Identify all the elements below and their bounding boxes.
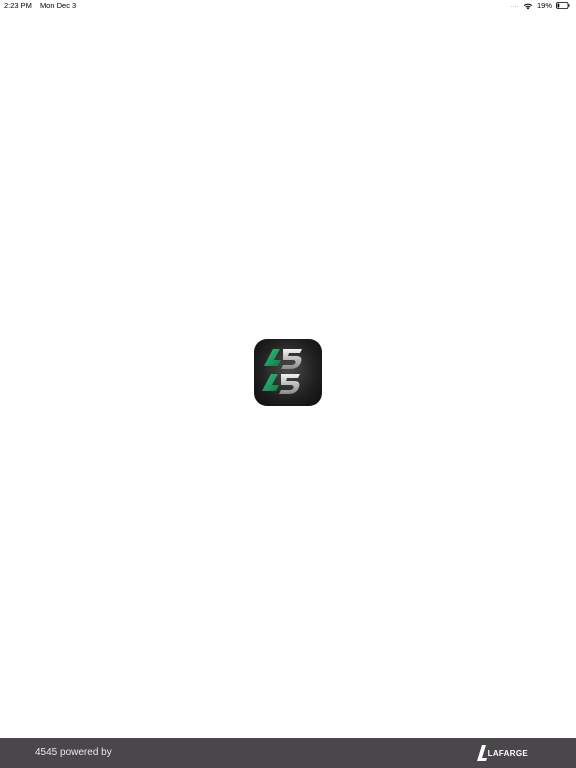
status-left: 2:23 PM Mon Dec 3 [4,1,76,10]
wifi-icon [523,2,533,10]
signal-indicator: .... [510,2,519,9]
status-bar: 2:23 PM Mon Dec 3 .... 19% [0,0,576,12]
status-time: 2:23 PM [4,1,32,10]
splash-screen: 2:23 PM Mon Dec 3 .... 19% 4545 powered … [0,0,576,768]
lafarge-logo-mark [476,745,487,761]
status-date: Mon Dec 3 [39,1,77,10]
status-right: .... 19% [510,1,570,10]
battery-icon [556,2,570,9]
logo-bottom-row [262,374,300,394]
app-logo-icon [254,339,322,406]
lafarge-logo: LAFARGE [476,744,528,762]
powered-by-text: 4545 powered by [35,747,112,758]
lafarge-logo-text: LAFARGE [487,748,528,758]
logo-top-row [264,349,302,369]
footer-bar: 4545 powered by LAFARGE [0,738,576,768]
battery-percent: 19% [536,1,552,10]
